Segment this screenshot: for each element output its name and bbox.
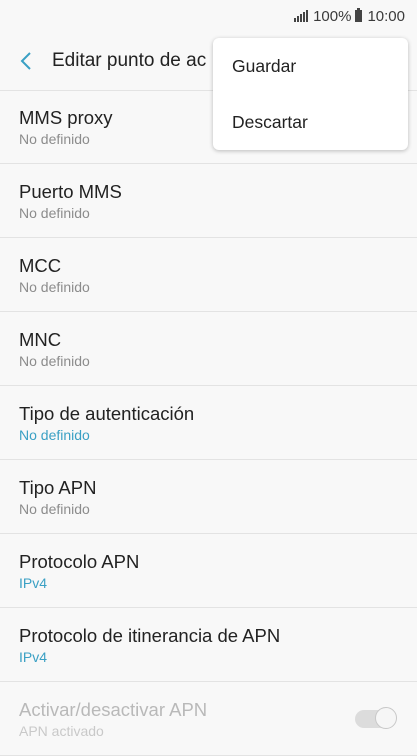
status-bar: 100% 10:00 <box>0 0 417 32</box>
menu-item-descartar[interactable]: Descartar <box>213 94 408 150</box>
toggle-knob <box>375 707 397 729</box>
setting-title: Tipo APN <box>19 476 97 498</box>
setting-value: No definido <box>19 500 90 517</box>
setting-title: Protocolo de itinerancia de APN <box>19 624 281 646</box>
apn-toggle-switch[interactable] <box>355 707 397 729</box>
setting-title: Tipo de autenticación <box>19 402 195 424</box>
setting-puerto-mms[interactable]: Puerto MMS No definido <box>0 164 417 238</box>
battery-percentage: 100% <box>313 7 352 25</box>
setting-protocolo-itinerancia[interactable]: Protocolo de itinerancia de APN IPv4 <box>0 608 417 682</box>
page-title: Editar punto de ac <box>52 50 207 71</box>
setting-tipo-autenticacion[interactable]: Tipo de autenticación No definido <box>0 386 417 460</box>
setting-protocolo-apn[interactable]: Protocolo APN IPv4 <box>0 534 417 608</box>
battery-icon <box>355 8 363 22</box>
setting-value: No definido <box>19 352 90 369</box>
setting-value: No definido <box>19 278 90 295</box>
setting-activar-apn[interactable]: Activar/desactivar APN APN activado <box>0 682 417 756</box>
setting-mnc[interactable]: MNC No definido <box>0 312 417 386</box>
back-button[interactable] <box>0 32 52 90</box>
settings-list: MMS proxy No definido Puerto MMS No defi… <box>0 90 417 756</box>
setting-title: MCC <box>19 254 62 276</box>
menu-item-guardar[interactable]: Guardar <box>213 38 408 94</box>
setting-value: IPv4 <box>19 574 48 591</box>
setting-tipo-apn[interactable]: Tipo APN No definido <box>0 460 417 534</box>
clock: 10:00 <box>367 7 405 25</box>
signal-icon <box>294 10 309 22</box>
setting-value: No definido <box>19 204 90 221</box>
setting-title: Puerto MMS <box>19 180 122 202</box>
setting-title: MNC <box>19 328 62 350</box>
setting-value: No definido <box>19 426 90 443</box>
setting-mcc[interactable]: MCC No definido <box>0 238 417 312</box>
chevron-left-icon <box>20 52 31 70</box>
setting-title: Protocolo APN <box>19 550 140 572</box>
setting-value: IPv4 <box>19 648 48 665</box>
overflow-menu: Guardar Descartar <box>213 38 408 150</box>
